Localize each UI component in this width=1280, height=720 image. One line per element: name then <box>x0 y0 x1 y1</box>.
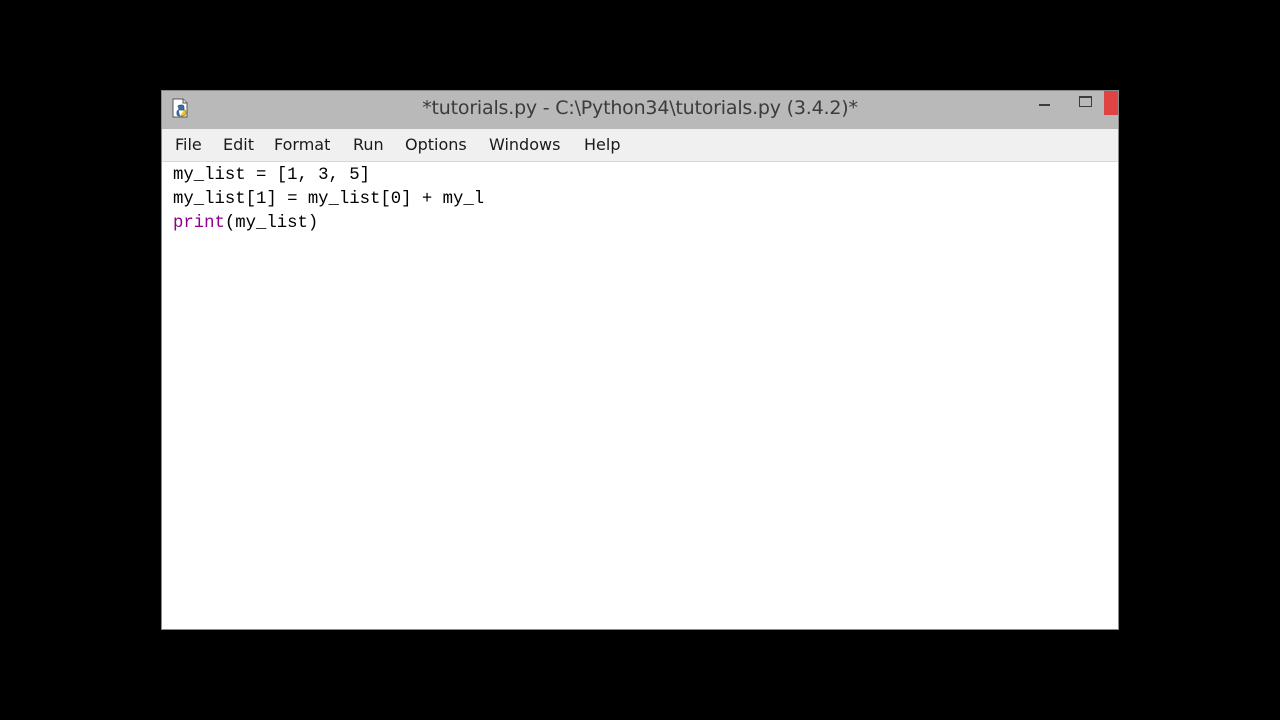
code-line-1[interactable]: my_list = [1, 3, 5] <box>173 164 370 188</box>
minimize-icon[interactable] <box>1034 91 1056 115</box>
code-line-3-rest: (my_list) <box>224 214 319 233</box>
menu-run[interactable]: Run <box>353 129 384 161</box>
idle-editor-window: *tutorials.py - C:\Python34\tutorials.py… <box>161 90 1119 630</box>
menu-bar: File Edit Format Run Options Windows Hel… <box>162 129 1118 162</box>
menu-edit[interactable]: Edit <box>223 129 254 161</box>
menu-file[interactable]: File <box>175 129 202 161</box>
menu-help[interactable]: Help <box>584 129 620 161</box>
code-line-3[interactable]: print(my_list) <box>173 212 318 236</box>
menu-options[interactable]: Options <box>405 129 467 161</box>
code-editor[interactable]: my_list = [1, 3, 5] my_list[1] = my_list… <box>162 162 1118 629</box>
keyword-print: print <box>173 214 225 233</box>
code-line-2[interactable]: my_list[1] = my_list[0] + my_l <box>173 188 484 212</box>
title-bar[interactable]: *tutorials.py - C:\Python34\tutorials.py… <box>162 91 1118 129</box>
close-icon[interactable] <box>1104 91 1118 115</box>
window-title: *tutorials.py - C:\Python34\tutorials.py… <box>422 97 858 119</box>
maximize-icon[interactable] <box>1074 91 1096 115</box>
menu-format[interactable]: Format <box>274 129 330 161</box>
menu-windows[interactable]: Windows <box>489 129 560 161</box>
